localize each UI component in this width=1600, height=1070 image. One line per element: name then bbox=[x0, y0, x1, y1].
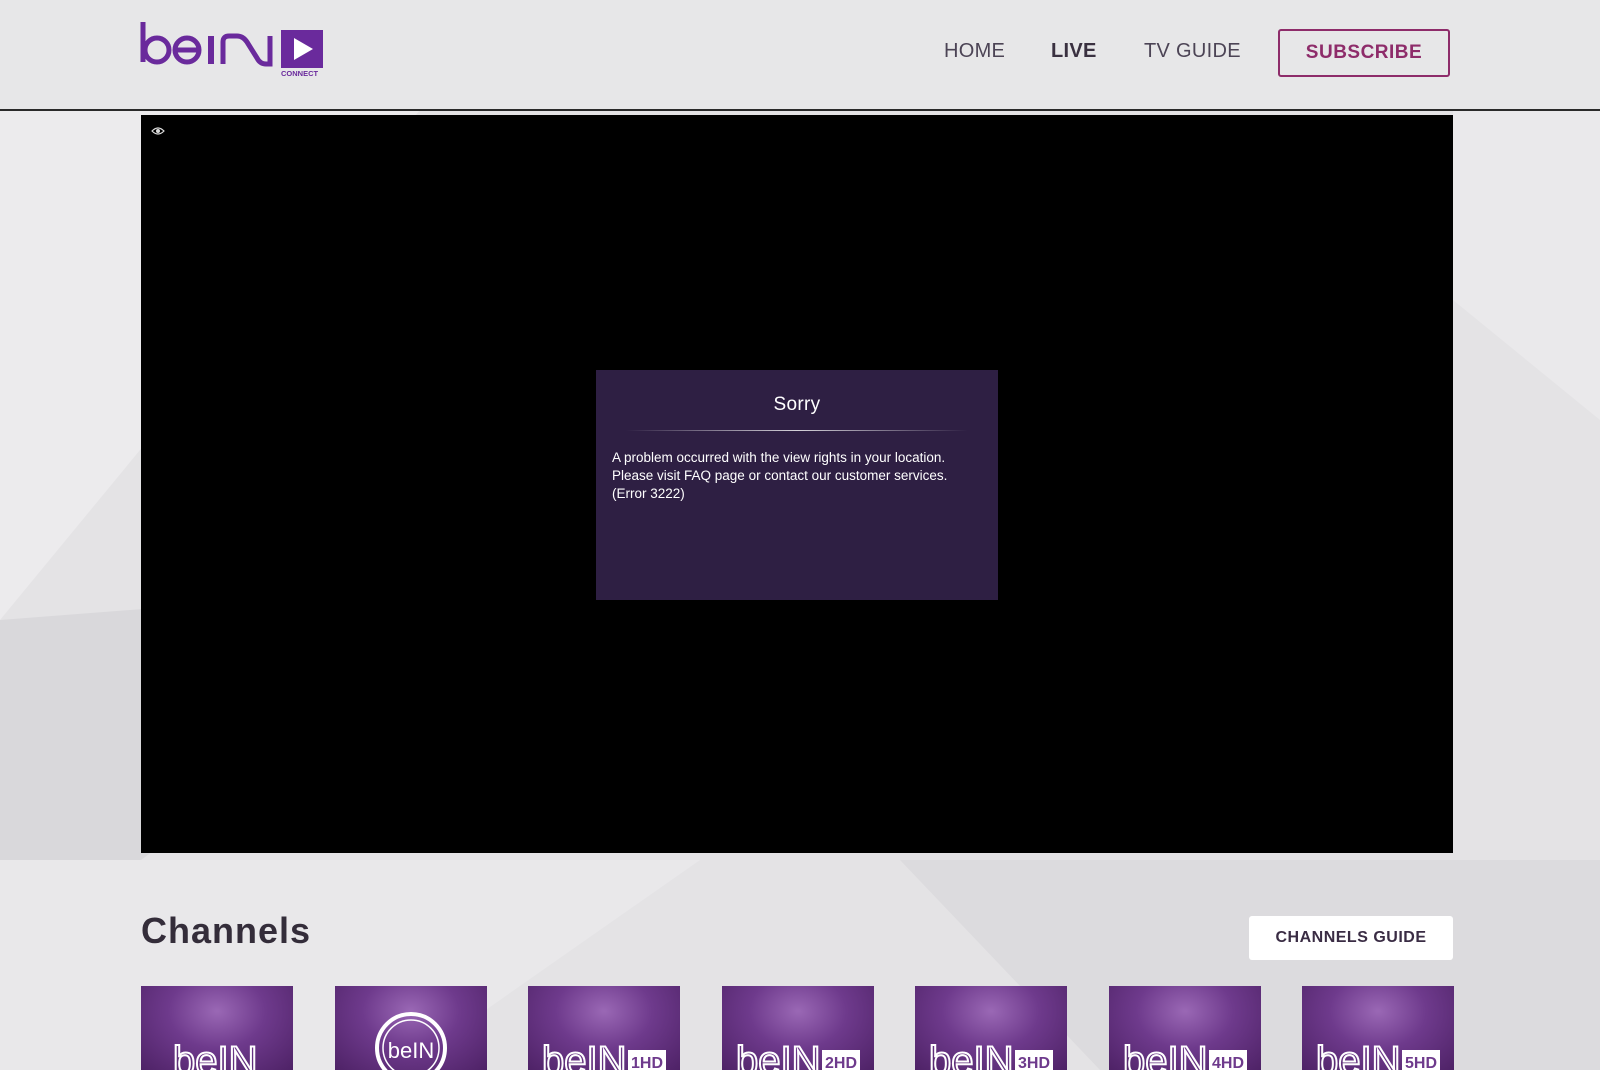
channel-badge: 3HD bbox=[1018, 1055, 1050, 1070]
channel-badge: 1HD bbox=[631, 1055, 663, 1070]
channel-tile[interactable]: beIN 4HD bbox=[1108, 986, 1261, 1070]
logo-image: CONNECT bbox=[140, 22, 323, 78]
channel-name: beIN bbox=[173, 1039, 258, 1070]
video-player[interactable]: Sorry A problem occurred with the view r… bbox=[141, 115, 1453, 853]
channel-tile[interactable]: beIN 2HD bbox=[721, 986, 874, 1070]
channel-tile[interactable]: beIN 1HD bbox=[528, 986, 680, 1070]
channel-tile[interactable]: beIN 5HD bbox=[1302, 986, 1454, 1070]
channel-tile[interactable]: beIN bbox=[334, 986, 487, 1070]
site-header: CONNECT HOME LIVE TV GUIDE SUBSCRIBE bbox=[0, 0, 1600, 111]
channel-name: beIN bbox=[1316, 1039, 1401, 1070]
error-line: Please visit FAQ page or contact our cus… bbox=[612, 468, 948, 483]
channel-name: beIN bbox=[387, 1038, 433, 1063]
nav-live[interactable]: LIVE bbox=[1051, 40, 1097, 63]
channel-logo: beIN 3HD bbox=[928, 1038, 1053, 1070]
channel-name: beIN bbox=[929, 1039, 1014, 1070]
channels-heading: Channels bbox=[141, 910, 312, 951]
nav-home[interactable]: HOME bbox=[944, 40, 1005, 63]
channel-logo: beIN 1HD bbox=[541, 1038, 666, 1070]
channel-badge: 2HD bbox=[824, 1055, 856, 1070]
subscribe-button[interactable]: SUBSCRIBE bbox=[1278, 29, 1450, 77]
eye-icon[interactable] bbox=[151, 125, 165, 137]
channel-logo: beIN bbox=[374, 1012, 447, 1070]
channel-badge: 4HD bbox=[1211, 1055, 1243, 1070]
error-dialog: Sorry A problem occurred with the view r… bbox=[596, 370, 998, 600]
channels-guide-button[interactable]: CHANNELS GUIDE bbox=[1249, 916, 1453, 960]
error-message: A problem occurred with the view rights … bbox=[612, 449, 982, 503]
error-title: Sorry bbox=[773, 394, 821, 415]
channel-logo: beIN bbox=[172, 1038, 259, 1070]
channel-name: beIN bbox=[1123, 1039, 1208, 1070]
channel-logo: beIN 4HD bbox=[1122, 1038, 1247, 1070]
svg-text:CONNECT: CONNECT bbox=[281, 69, 319, 78]
channel-badge: 5HD bbox=[1405, 1055, 1437, 1070]
channel-name: beIN bbox=[736, 1039, 821, 1070]
channel-tile[interactable]: beIN bbox=[141, 986, 293, 1070]
channel-logo: beIN 2HD bbox=[735, 1038, 860, 1070]
channel-logo: beIN 5HD bbox=[1315, 1038, 1440, 1070]
nav-tv-guide[interactable]: TV GUIDE bbox=[1144, 40, 1241, 63]
error-code: (Error 3222) bbox=[612, 486, 685, 501]
channel-tile[interactable]: beIN 3HD bbox=[915, 986, 1067, 1070]
error-divider bbox=[626, 430, 968, 431]
error-line: A problem occurred with the view rights … bbox=[612, 450, 946, 465]
channel-name: beIN bbox=[542, 1039, 627, 1070]
